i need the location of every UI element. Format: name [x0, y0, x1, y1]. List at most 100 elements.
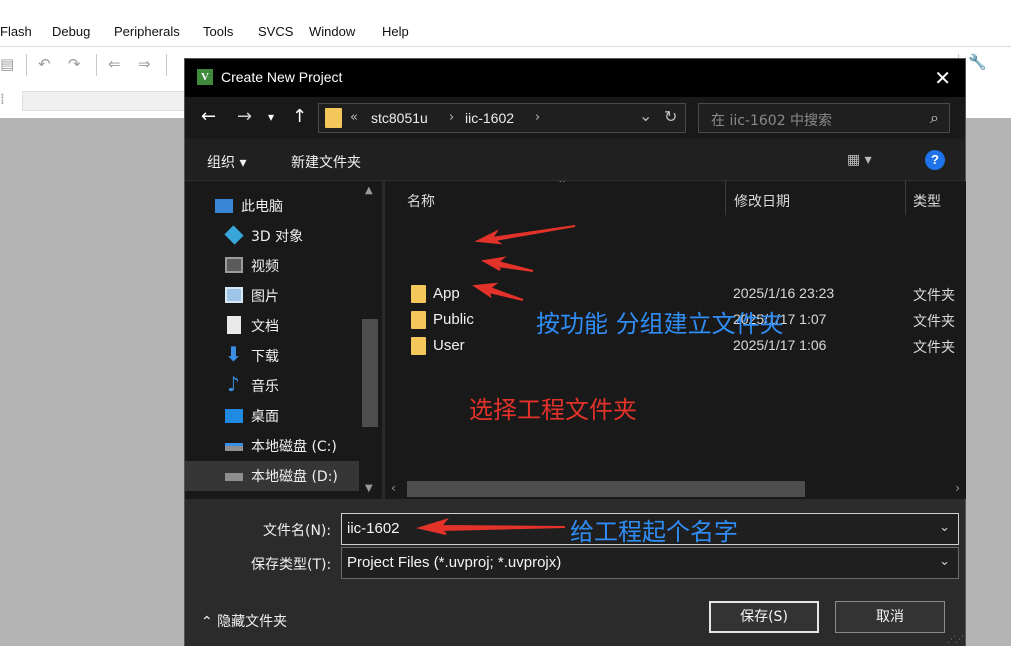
- breadcrumb-stc8051u[interactable]: stc8051u: [371, 110, 428, 126]
- create-project-dialog: V Create New Project ✕ ← → ▾ ↑ « stc8051…: [184, 58, 966, 646]
- scroll-up-icon[interactable]: ▲: [365, 185, 373, 196]
- back-arrow-icon[interactable]: ←: [201, 106, 216, 127]
- toolbar-separator: [96, 54, 97, 76]
- scroll-down-icon[interactable]: ▼: [365, 483, 373, 494]
- column-label: 名称: [407, 194, 435, 210]
- column-header-type[interactable]: 类型: [906, 181, 966, 219]
- command-bar: 组织 ▾ 新建文件夹 ▦ ▾ ?: [185, 139, 965, 181]
- menu-debug[interactable]: Debug: [52, 24, 90, 39]
- navigation-bar: ← → ▾ ↑ « stc8051u › iic-1602 › ⌄ ↻ 在 ii…: [185, 97, 965, 139]
- column-label: 类型: [913, 194, 941, 210]
- filename-value: iic-1602: [347, 520, 400, 537]
- organize-button[interactable]: 组织 ▾: [207, 152, 246, 172]
- view-options-icon[interactable]: ▦ ▾: [847, 152, 872, 168]
- chevron-down-icon[interactable]: ⌄: [939, 520, 950, 535]
- menu-flash[interactable]: Flash: [0, 24, 32, 39]
- redo-icon[interactable]: ↷: [68, 55, 81, 73]
- search-icon: ⌕: [930, 108, 939, 127]
- breadcrumb-iic-1602[interactable]: iic-1602: [465, 110, 514, 126]
- up-arrow-icon[interactable]: ↑: [292, 106, 307, 127]
- nav-label: 此电脑: [241, 199, 283, 215]
- file-type: 文件夹: [913, 340, 955, 356]
- nav-label: 3D 对象: [251, 229, 304, 245]
- ide-menubar: Flash Debug Peripherals Tools SVCS Windo…: [0, 20, 1011, 44]
- nav-label: 文档: [251, 319, 279, 335]
- picture-icon: [225, 287, 243, 303]
- annotation-group-folders: 按功能 分组建立文件夹: [536, 310, 784, 338]
- folder-icon: [411, 285, 426, 303]
- menu-window[interactable]: Window: [309, 24, 355, 39]
- undo-icon[interactable]: ↶: [38, 55, 51, 73]
- filetype-select[interactable]: Project Files (*.uvproj; *.uvprojx) ⌄: [341, 547, 959, 579]
- nav-videos[interactable]: 视频: [185, 251, 359, 281]
- drive-icon: [225, 473, 243, 481]
- address-dropdown-icon[interactable]: ⌄: [639, 106, 652, 125]
- cancel-button[interactable]: 取消: [835, 601, 945, 633]
- forward-arrow-icon[interactable]: →: [237, 106, 252, 127]
- file-type: 文件夹: [913, 288, 955, 304]
- annotation-name-project: 给工程起个名字: [570, 518, 738, 546]
- search-box[interactable]: 在 iic-1602 中搜索 ⌕: [698, 103, 950, 133]
- nav-scrollbar[interactable]: ▲ ▼: [359, 181, 381, 499]
- nav-documents[interactable]: 文档: [185, 311, 359, 341]
- search-placeholder: 在 iic-1602 中搜索: [711, 113, 833, 129]
- resize-grip-icon[interactable]: ⋰⋰: [947, 635, 964, 645]
- nav-label: 本地磁盘 (C:): [251, 439, 337, 455]
- menu-help[interactable]: Help: [382, 24, 409, 39]
- recent-locations-icon[interactable]: ▾: [268, 110, 274, 124]
- address-overflow[interactable]: «: [350, 110, 358, 125]
- drive-icon: [225, 443, 243, 451]
- nav-label: 下载: [251, 349, 279, 365]
- dialog-titlebar: V Create New Project ✕: [185, 59, 965, 97]
- breadcrumb-separator: ›: [535, 110, 541, 125]
- nav-this-pc[interactable]: 此电脑: [185, 191, 359, 221]
- scrollbar-thumb[interactable]: [362, 319, 378, 427]
- nav-label: 视频: [251, 259, 279, 275]
- nav-label: 音乐: [251, 379, 279, 395]
- nav-label: 桌面: [251, 409, 279, 425]
- scrollbar-thumb[interactable]: [407, 481, 805, 497]
- chevron-down-icon[interactable]: ⌄: [939, 554, 950, 569]
- nav-drive-d[interactable]: 本地磁盘 (D:): [185, 461, 359, 491]
- folder-icon: [325, 108, 342, 128]
- nav-music[interactable]: ♪ 音乐: [185, 371, 359, 401]
- nav-desktop[interactable]: 桌面: [185, 401, 359, 431]
- column-header-name[interactable]: 名称: [385, 181, 725, 219]
- folder-icon: [411, 311, 426, 329]
- save-button[interactable]: 保存(S): [709, 601, 819, 633]
- close-button[interactable]: ✕: [934, 66, 951, 90]
- nav-drive-c[interactable]: 本地磁盘 (C:): [185, 431, 359, 461]
- dialog-title: Create New Project: [221, 69, 343, 85]
- file-list-hscrollbar[interactable]: ‹ ›: [385, 480, 966, 498]
- nav-label: 图片: [251, 289, 279, 305]
- scroll-right-icon[interactable]: ›: [955, 481, 960, 495]
- file-date: 2025/1/16 23:23: [733, 285, 835, 301]
- ide-target-field[interactable]: [22, 91, 192, 111]
- file-name: User: [433, 337, 465, 354]
- desktop-icon: [225, 409, 243, 423]
- filetype-label: 保存类型(T):: [251, 557, 332, 573]
- paste-icon[interactable]: ▤: [0, 55, 14, 73]
- help-icon[interactable]: ?: [925, 150, 945, 170]
- refresh-icon[interactable]: ↻: [664, 107, 677, 126]
- menu-peripherals[interactable]: Peripherals: [114, 24, 180, 39]
- folder-icon: [411, 337, 426, 355]
- menu-tools[interactable]: Tools: [203, 24, 233, 39]
- nav-downloads[interactable]: ⬇ 下载: [185, 341, 359, 371]
- column-header-modified[interactable]: 修改日期: [726, 181, 906, 219]
- filetype-value: Project Files (*.uvproj; *.uvprojx): [347, 554, 562, 571]
- nav-3d-objects[interactable]: 3D 对象: [185, 221, 359, 251]
- nav-pictures[interactable]: 图片: [185, 281, 359, 311]
- new-folder-button[interactable]: 新建文件夹: [291, 152, 361, 172]
- wrench-icon[interactable]: 🔧: [968, 53, 987, 71]
- file-date: 2025/1/17 1:06: [733, 337, 827, 353]
- filename-label: 文件名(N):: [263, 523, 332, 539]
- file-type: 文件夹: [913, 314, 955, 330]
- nav-back-icon[interactable]: ⇐: [108, 55, 121, 73]
- hide-folders-toggle[interactable]: ⌃ 隐藏文件夹: [201, 611, 287, 631]
- scroll-left-icon[interactable]: ‹: [391, 481, 396, 495]
- menu-svcs[interactable]: SVCS: [258, 24, 293, 39]
- nav-forward-icon[interactable]: ⇒: [138, 55, 151, 73]
- address-bar[interactable]: « stc8051u › iic-1602 › ⌄ ↻: [318, 103, 686, 133]
- file-name: App: [433, 285, 460, 302]
